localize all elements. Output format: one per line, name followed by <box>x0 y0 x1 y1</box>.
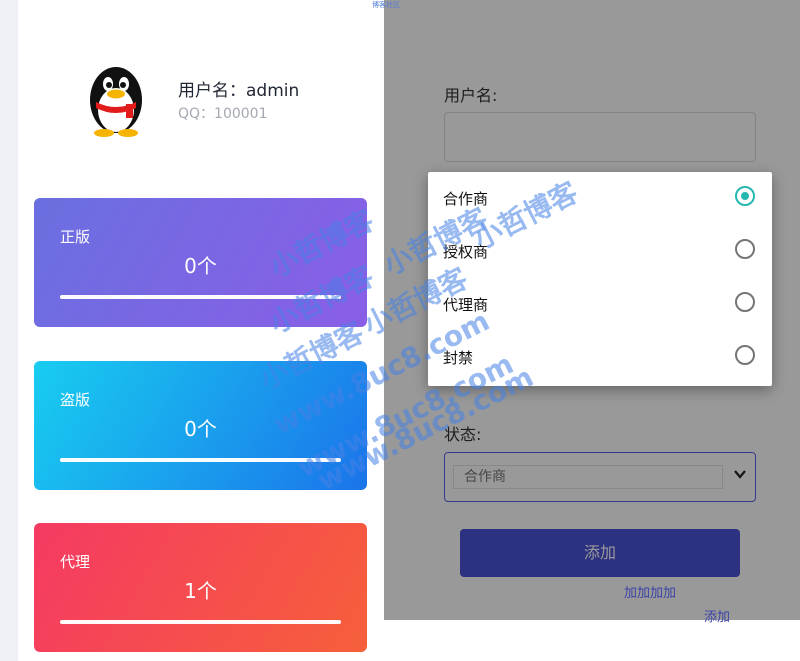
watermark-corner-text: 博客社区 <box>372 1 400 9</box>
radio-unchecked-icon[interactable] <box>735 239 755 259</box>
profile-header: 用户名：admin QQ：100001 <box>18 0 384 180</box>
stat-progress-bar <box>60 620 341 624</box>
render-artifact-text: 加加加加 <box>624 586 677 601</box>
stat-card-agent: 代理 1个 <box>34 523 367 652</box>
stat-label: 正版 <box>60 228 91 246</box>
render-artifact-text: 添加 <box>704 610 731 625</box>
stat-label: 盗版 <box>60 391 91 409</box>
radio-unchecked-icon[interactable] <box>735 292 755 312</box>
stat-label: 代理 <box>60 553 91 571</box>
page-bottom: 加加加加 添加 <box>384 586 800 661</box>
qq-penguin-icon <box>76 58 156 138</box>
qq-number: QQ：100001 <box>178 106 268 122</box>
stat-value: 1个 <box>184 579 217 603</box>
radio-checked-icon[interactable] <box>735 186 755 206</box>
radio-unchecked-icon[interactable] <box>735 345 755 365</box>
username-text: 用户名：admin <box>178 81 300 101</box>
stat-progress-fill <box>60 620 341 624</box>
